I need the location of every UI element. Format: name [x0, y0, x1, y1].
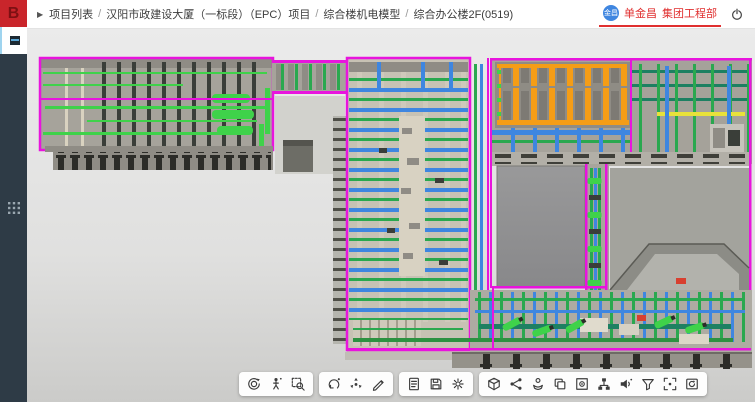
speaker-button[interactable]	[616, 374, 636, 394]
target-button[interactable]	[572, 374, 592, 394]
free-orbit-icon	[349, 377, 363, 391]
breadcrumb-collapse-icon[interactable]: ▶	[37, 10, 43, 19]
settings-gear-button[interactable]	[448, 374, 468, 394]
speaker-icon	[619, 377, 633, 391]
model-courtyard-right[interactable]	[610, 168, 749, 290]
walkthrough-button[interactable]	[266, 374, 286, 394]
avatar[interactable]: 金昌	[603, 5, 619, 21]
markup-pen-icon	[371, 377, 385, 391]
box-button[interactable]	[484, 374, 504, 394]
save-button[interactable]	[426, 374, 446, 394]
toolbar-group	[479, 372, 707, 396]
left-rail: B	[0, 0, 27, 402]
viewpoint-icon	[327, 377, 341, 391]
breadcrumb-item[interactable]: 综合办公楼2F(0519)	[413, 6, 513, 22]
user-name[interactable]: 单金昌	[624, 5, 657, 21]
top-bar: ▶ 项目列表 / 汉阳市政建设大厦（一标段）（EPC）项目 / 综合楼机电模型 / 综合办公…	[27, 0, 755, 29]
hand-button[interactable]	[528, 374, 548, 394]
model-stair-strip[interactable]	[333, 116, 347, 344]
hand-icon	[531, 377, 545, 391]
breadcrumb-separator: /	[315, 8, 318, 20]
toolbar-group	[239, 372, 313, 396]
copy-icon	[553, 377, 567, 391]
funnel-button[interactable]	[638, 374, 658, 394]
document-button[interactable]	[404, 374, 424, 394]
walkthrough-icon	[269, 377, 283, 391]
free-orbit-button[interactable]	[346, 374, 366, 394]
breadcrumb: 项目列表 / 汉阳市政建设大厦（一标段）（EPC）项目 / 综合楼机电模型 / 综合办公楼2…	[49, 6, 513, 22]
user-department[interactable]: 集团工程部	[662, 5, 717, 21]
settings-gear-icon	[451, 377, 465, 391]
logout-power-button[interactable]	[729, 6, 745, 22]
reset-view-icon	[685, 377, 699, 391]
model-layers-icon	[10, 36, 20, 45]
user-area: 金昌 单金昌 集团工程部	[603, 5, 755, 23]
toolbar-group	[319, 372, 393, 396]
markup-pen-button[interactable]	[368, 374, 388, 394]
toolbar-group	[399, 372, 473, 396]
orbit-icon	[247, 377, 261, 391]
model-left-wing[interactable]	[40, 58, 273, 170]
orbit-button[interactable]	[244, 374, 264, 394]
copy-button[interactable]	[550, 374, 570, 394]
zoom-box-icon	[291, 377, 305, 391]
sidebar-spacer	[0, 54, 27, 194]
save-icon	[429, 377, 443, 391]
tree-icon	[597, 377, 611, 391]
breadcrumb-item[interactable]: 项目列表	[49, 6, 93, 22]
breadcrumb-separator: /	[405, 8, 408, 20]
active-user-underline	[599, 25, 721, 27]
model-center-tower[interactable]	[347, 58, 470, 352]
box-icon	[487, 377, 501, 391]
viewer-toolbar	[239, 372, 707, 396]
tree-button[interactable]	[594, 374, 614, 394]
zoom-box-button[interactable]	[288, 374, 308, 394]
viewpoint-button[interactable]	[324, 374, 344, 394]
model-courtyard-left[interactable]	[497, 166, 585, 288]
breadcrumb-item[interactable]: 汉阳市政建设大厦（一标段）（EPC）项目	[106, 6, 310, 22]
bim-model-canvas[interactable]	[27, 28, 755, 402]
fit-icon	[663, 377, 677, 391]
share-button[interactable]	[506, 374, 526, 394]
breadcrumb-separator: /	[98, 8, 101, 20]
funnel-icon	[641, 377, 655, 391]
share-icon	[509, 377, 523, 391]
reset-view-button[interactable]	[682, 374, 702, 394]
breadcrumb-item[interactable]: 综合楼机电模型	[323, 6, 400, 22]
sidebar-item-model[interactable]	[0, 27, 27, 54]
app-logo[interactable]: B	[0, 0, 27, 27]
document-icon	[407, 377, 421, 391]
sidebar-item-apps[interactable]	[0, 194, 27, 221]
target-icon	[575, 377, 589, 391]
apps-grid-icon	[8, 202, 20, 214]
viewer-canvas[interactable]	[27, 28, 755, 402]
fit-button[interactable]	[660, 374, 680, 394]
bim-viewer-app: { "topbar": { "breadcrumb": { "separator…	[0, 0, 755, 402]
power-icon	[730, 7, 744, 21]
current-user[interactable]: 金昌 单金昌 集团工程部	[603, 5, 717, 23]
